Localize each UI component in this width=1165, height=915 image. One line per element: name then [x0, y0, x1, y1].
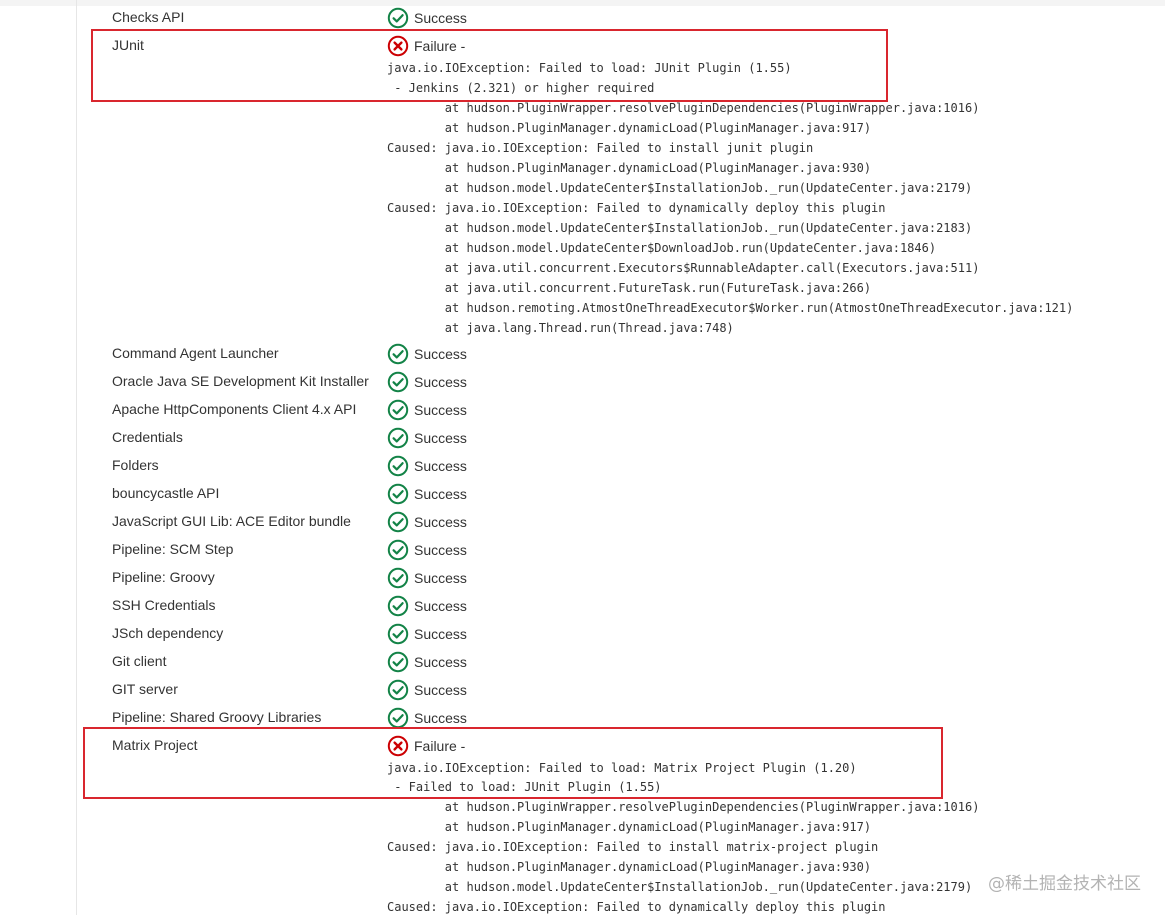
- plugin-name: Git client: [112, 653, 167, 669]
- check-circle-icon: [387, 455, 409, 477]
- plugin-status: Success: [387, 455, 467, 477]
- status-label: Success: [414, 486, 467, 502]
- stack-trace-line: at java.lang.Thread.run(Thread.java:748): [387, 321, 734, 335]
- check-circle-icon: [387, 399, 409, 421]
- status-label: Success: [414, 654, 467, 670]
- stack-trace-line: Caused: java.io.IOException: Failed to d…: [387, 900, 886, 914]
- stack-trace-line: Caused: java.io.IOException: Failed to d…: [387, 201, 886, 215]
- plugin-name: GIT server: [112, 681, 178, 697]
- stack-trace-line: at hudson.model.UpdateCenter$Installatio…: [387, 221, 973, 235]
- stack-trace-line: Caused: java.io.IOException: Failed to i…: [387, 840, 879, 854]
- plugin-status-junit: Failure -: [387, 35, 465, 57]
- status-label: Failure -: [414, 38, 466, 54]
- plugin-name: SSH Credentials: [112, 597, 216, 613]
- plugin-status-matrix: Failure -: [387, 735, 465, 757]
- plugin-name-junit: JUnit: [112, 37, 144, 53]
- error-line: - Failed to load: JUnit Plugin (1.55): [387, 780, 662, 794]
- stack-trace-line: at java.util.concurrent.Executors$Runnab…: [387, 261, 980, 275]
- check-circle-icon: [387, 511, 409, 533]
- plugin-name: Oracle Java SE Development Kit Installer: [112, 373, 369, 389]
- x-circle-icon: [387, 35, 409, 57]
- status-label: Success: [414, 430, 467, 446]
- error-line: java.io.IOException: Failed to load: Mat…: [387, 761, 857, 775]
- status-label: Success: [414, 458, 467, 474]
- plugin-status: Success: [387, 483, 467, 505]
- check-circle-icon: [387, 427, 409, 449]
- stack-trace-line: at hudson.PluginWrapper.resolvePluginDep…: [387, 800, 980, 814]
- status-label: Success: [414, 598, 467, 614]
- plugin-name: Credentials: [112, 429, 183, 445]
- stack-trace-line: at hudson.PluginWrapper.resolvePluginDep…: [387, 101, 980, 115]
- check-circle-icon: [387, 679, 409, 701]
- top-strip: [0, 0, 1165, 6]
- stack-trace-line: Caused: java.io.IOException: Failed to i…: [387, 141, 814, 155]
- plugin-status: Success: [387, 651, 467, 673]
- stack-trace-line: at hudson.PluginManager.dynamicLoad(Plug…: [387, 121, 872, 135]
- plugin-name: Pipeline: Groovy: [112, 569, 215, 585]
- status-label: Success: [414, 570, 467, 586]
- status-label: Success: [414, 346, 467, 362]
- status-label: Success: [414, 710, 467, 726]
- plugin-name: Pipeline: SCM Step: [112, 541, 234, 557]
- status-label: Success: [414, 682, 467, 698]
- check-circle-icon: [387, 651, 409, 673]
- plugin-name: Apache HttpComponents Client 4.x API: [112, 401, 357, 417]
- check-circle-icon: [387, 7, 409, 29]
- status-label: Success: [414, 514, 467, 530]
- stack-trace-line: at hudson.PluginManager.dynamicLoad(Plug…: [387, 820, 872, 834]
- plugin-status: Success: [387, 679, 467, 701]
- plugin-name: JSch dependency: [112, 625, 224, 641]
- plugin-status: Success: [387, 343, 467, 365]
- plugin-name: bouncycastle API: [112, 485, 220, 501]
- error-line: java.io.IOException: Failed to load: JUn…: [387, 61, 792, 75]
- status-label: Success: [414, 402, 467, 418]
- stack-trace-line: at hudson.model.UpdateCenter$DownloadJob…: [387, 241, 937, 255]
- plugin-status: Success: [387, 399, 467, 421]
- content-left-border: [76, 0, 77, 915]
- watermark: @稀土掘金技术社区: [988, 874, 1141, 894]
- check-circle-icon: [387, 623, 409, 645]
- x-circle-icon: [387, 735, 409, 757]
- plugin-status: Success: [387, 371, 467, 393]
- plugin-name-matrix: Matrix Project: [112, 737, 198, 753]
- plugin-name: Folders: [112, 457, 159, 473]
- plugin-status: Success: [387, 427, 467, 449]
- status-label: Failure -: [414, 738, 466, 754]
- status-label: Success: [414, 10, 467, 26]
- plugin-status: Success: [387, 567, 467, 589]
- plugin-name: JavaScript GUI Lib: ACE Editor bundle: [112, 513, 351, 529]
- status-label: Success: [414, 374, 467, 390]
- stack-trace-line: at hudson.PluginManager.dynamicLoad(Plug…: [387, 161, 872, 175]
- plugin-name: Command Agent Launcher: [112, 345, 279, 361]
- plugin-name: Pipeline: Shared Groovy Libraries: [112, 709, 322, 725]
- stack-trace-line: at hudson.remoting.AtmostOneThreadExecut…: [387, 301, 1074, 315]
- plugin-status: Success: [387, 707, 467, 729]
- check-circle-icon: [387, 567, 409, 589]
- plugin-status: Success: [387, 7, 467, 29]
- check-circle-icon: [387, 707, 409, 729]
- stack-trace-line: at hudson.PluginManager.dynamicLoad(Plug…: [387, 860, 872, 874]
- plugin-name: Checks API: [112, 9, 185, 25]
- plugin-status: Success: [387, 511, 467, 533]
- plugin-status: Success: [387, 623, 467, 645]
- error-line: - Jenkins (2.321) or higher required: [387, 81, 655, 95]
- check-circle-icon: [387, 371, 409, 393]
- stack-trace-line: at java.util.concurrent.FutureTask.run(F…: [387, 281, 872, 295]
- stack-trace-line: at hudson.model.UpdateCenter$Installatio…: [387, 880, 973, 894]
- stack-trace-line: at hudson.model.UpdateCenter$Installatio…: [387, 181, 973, 195]
- plugin-status: Success: [387, 539, 467, 561]
- check-circle-icon: [387, 539, 409, 561]
- status-label: Success: [414, 542, 467, 558]
- check-circle-icon: [387, 595, 409, 617]
- status-label: Success: [414, 626, 467, 642]
- plugin-status: Success: [387, 595, 467, 617]
- check-circle-icon: [387, 483, 409, 505]
- check-circle-icon: [387, 343, 409, 365]
